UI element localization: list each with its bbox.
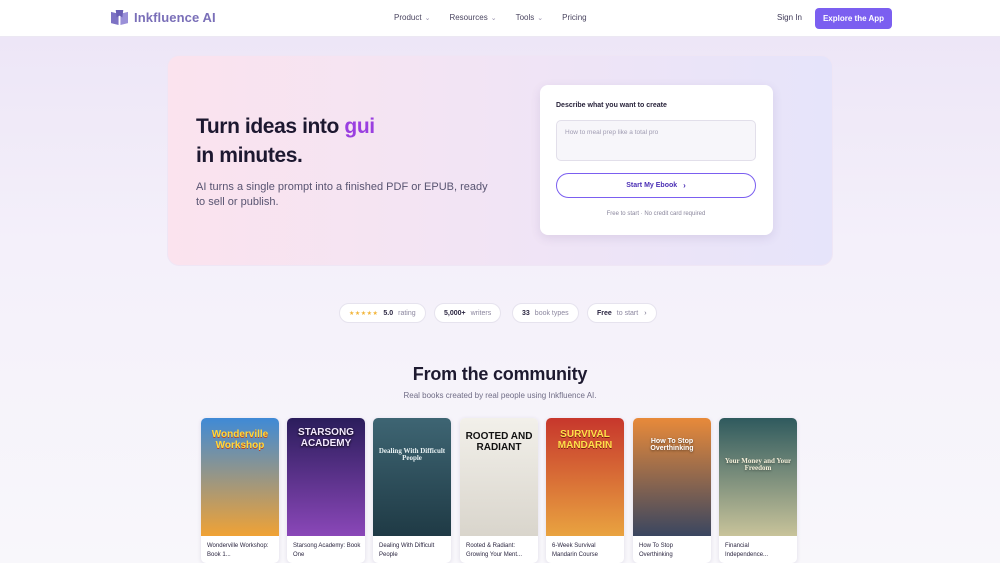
free-label: to start (616, 309, 639, 317)
writers-label: writers (470, 309, 492, 317)
free-start-pill[interactable]: Free to start › (587, 303, 657, 323)
book-types-label: book types (534, 309, 569, 317)
nav-pricing[interactable]: Pricing (562, 13, 586, 22)
book-cover-title: SURVIVAL MANDARIN (557, 429, 613, 451)
book-cover-title: Your Money and Your Freedom (724, 457, 792, 473)
nav-pricing-label: Pricing (562, 13, 587, 22)
book-card[interactable]: Your Money and Your Freedom Financial Ind… (719, 418, 797, 563)
writers-value: 5,000+ (444, 309, 466, 317)
book-card[interactable]: ROOTED AND RADIANT Rooted & Radiant: Grow… (460, 418, 538, 563)
book-card[interactable]: How To Stop Overthinking How To Stop Over… (633, 418, 711, 563)
free-note: Free to start · No credit card required (606, 211, 706, 217)
book-title: 6-Week Survival Mandarin Course (552, 543, 599, 558)
nav-resources[interactable]: Resources ⌄ (449, 13, 496, 22)
chevron-down-icon: ⌄ (537, 14, 544, 22)
book-title: How To Stop Overthinking (639, 543, 673, 558)
book-cover-title: Wonderville Workshop (211, 429, 269, 451)
book-cover-image: Your Money and Your Freedom (719, 418, 797, 536)
rating-value: 5.0 (383, 309, 394, 317)
book-card[interactable]: SURVIVAL MANDARIN 6-Week Survival Mandari… (546, 418, 624, 563)
book-cover-title: Dealing With Difficult People (378, 447, 446, 463)
start-ebook-button[interactable]: Start My Ebook › (556, 173, 756, 198)
chevron-down-icon: ⌄ (490, 14, 497, 22)
book-card[interactable]: Wonderville Workshop Wonderville Workshop… (201, 418, 279, 563)
nav-resources-label: Resources (449, 13, 488, 22)
book-card[interactable]: STARSONG ACADEMY Starsong Academy: Book O… (287, 418, 365, 563)
rating-pill: ★★★★★ 5.0 rating (339, 303, 426, 323)
rating-label: rating (398, 309, 416, 317)
book-title: Financial Independence... (725, 543, 769, 558)
book-cover-image: SURVIVAL MANDARIN (546, 418, 624, 536)
book-title: Dealing With Difficult People (379, 543, 435, 558)
prompt-input[interactable]: How to meal prep like a total pro (556, 120, 756, 161)
book-title: Wonderville Workshop: Book 1... (207, 543, 269, 558)
book-logo-icon (111, 9, 128, 26)
community-subtitle: Real books created by real people using … (403, 391, 597, 400)
brand-logo[interactable]: Inkfluence AI (110, 9, 216, 26)
nav-tools-label: Tools (515, 13, 535, 22)
hero-title-accent: gui (344, 115, 375, 138)
explore-app-button[interactable]: Explore the App (815, 8, 892, 29)
hero-title: Turn ideas into gui in minutes. (196, 112, 375, 170)
book-cover-title: How To Stop Overthinking (650, 438, 694, 453)
book-cover-title: ROOTED AND RADIANT (465, 431, 533, 453)
chevron-right-icon: › (644, 309, 647, 317)
brand-name: Inkfluence AI (134, 10, 216, 25)
hero-title-line2: in minutes. (196, 144, 303, 167)
star-rating-icon: ★★★★★ (349, 310, 379, 317)
book-title: Rooted & Radiant: Growing Your Ment... (466, 543, 523, 558)
chevron-right-icon: › (683, 181, 686, 190)
writers-pill: 5,000+ writers (434, 303, 502, 323)
chevron-down-icon: ⌄ (424, 14, 431, 22)
book-cover-image: Wonderville Workshop (201, 418, 279, 536)
book-cover-image: STARSONG ACADEMY (287, 418, 365, 536)
prompt-label: Describe what you want to create (556, 102, 667, 109)
hero-title-line1: Turn ideas into (196, 115, 345, 138)
book-cover-image: ROOTED AND RADIANT (460, 418, 538, 536)
book-cover-title: STARSONG ACADEMY (298, 427, 354, 449)
nav-product-label: Product (394, 13, 422, 22)
nav-tools[interactable]: Tools ⌄ (516, 13, 544, 22)
community-title: From the community (412, 364, 588, 384)
nav-links: Product ⌄ Resources ⌄ Tools ⌄ Pricing (394, 13, 606, 22)
book-types-value: 33 (522, 309, 530, 317)
book-title: Starsong Academy: Book One (293, 543, 361, 558)
book-types-pill: 33 book types (512, 303, 579, 323)
book-cover-image: Dealing With Difficult People (373, 418, 451, 536)
book-cover-image: How To Stop Overthinking (633, 418, 711, 536)
sign-in-link[interactable]: Sign In (777, 13, 802, 22)
nav-product[interactable]: Product ⌄ (394, 13, 430, 22)
start-ebook-label: Start My Ebook (626, 182, 678, 189)
top-nav: Inkfluence AI Product ⌄ Resources ⌄ Tools ⌄… (0, 0, 1000, 37)
free-value: Free (597, 309, 612, 317)
book-card[interactable]: Dealing With Difficult People Dealing Wit… (373, 418, 451, 563)
hero-subtitle: AI turns a single prompt into a finished… (196, 181, 488, 208)
